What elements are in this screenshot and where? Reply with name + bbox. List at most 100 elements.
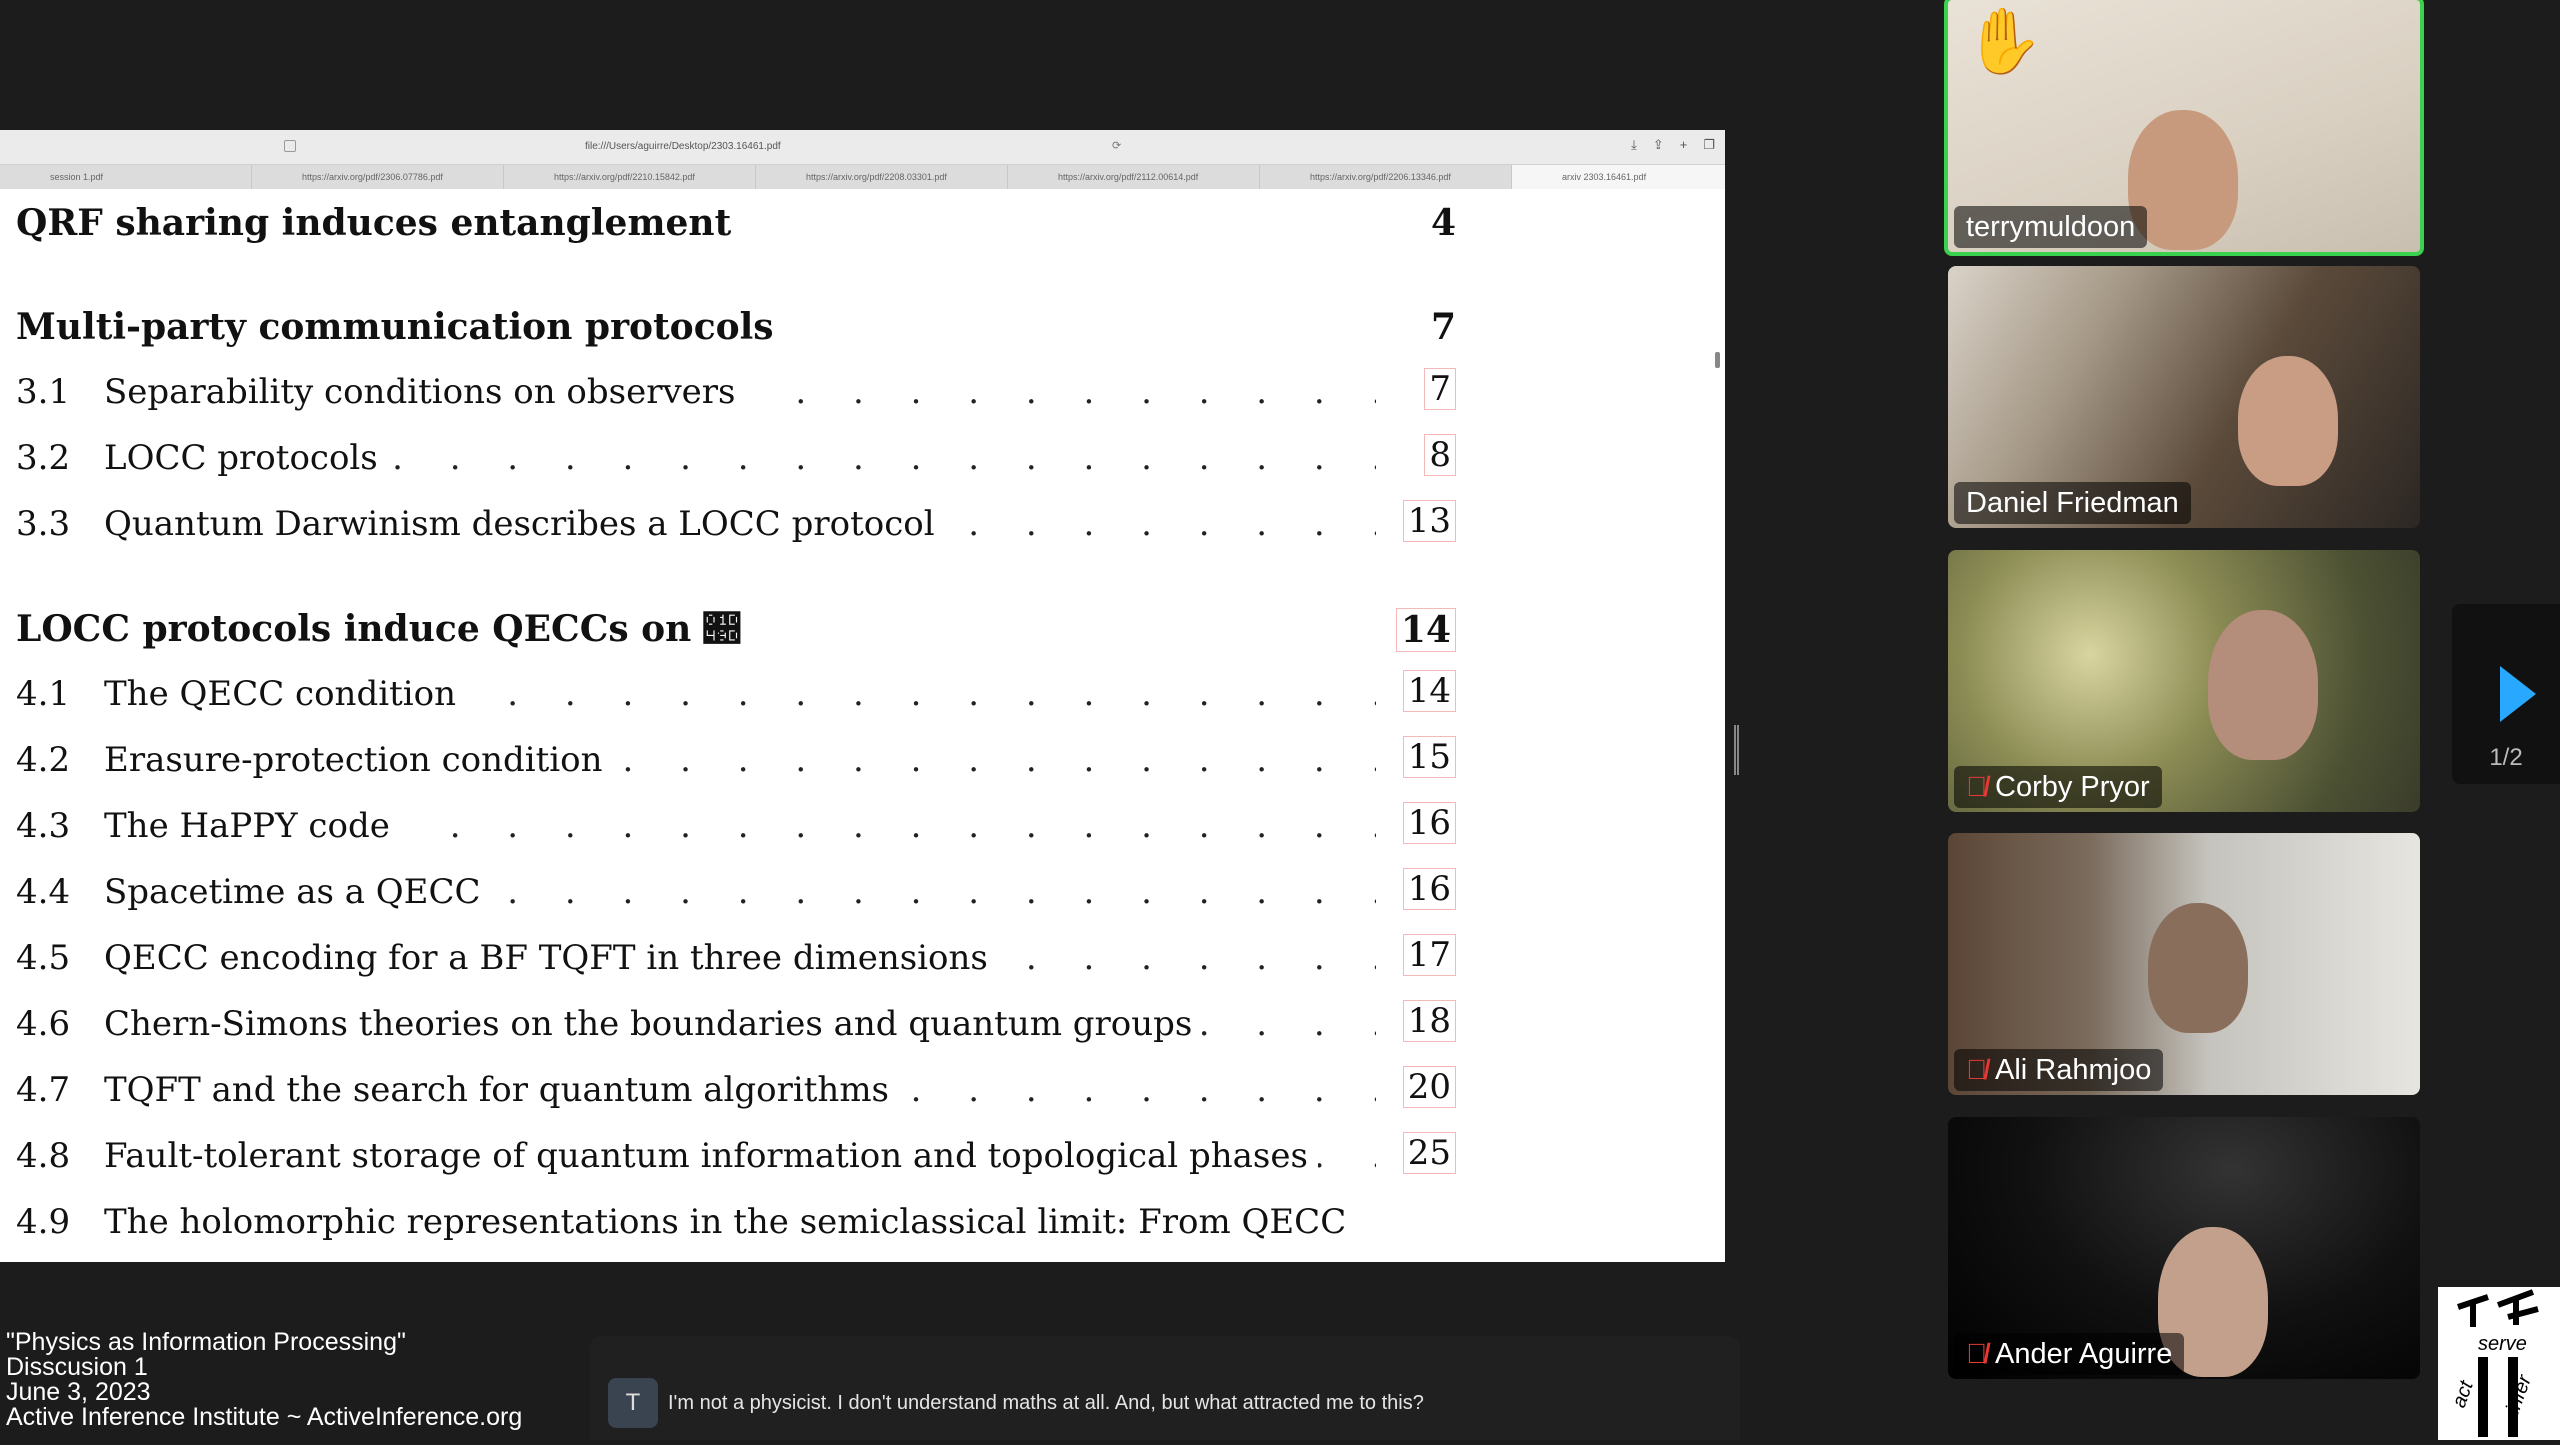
toc-page-link[interactable]: 8 xyxy=(1424,434,1456,476)
toc-subsection-entry[interactable]: 4.1 . . . . . . . . . . . . . . . . . . … xyxy=(16,670,1456,724)
toc-subsection-entry[interactable]: 4.9 The holomorphic representations in t… xyxy=(16,1202,1456,1252)
live-caption-panel: T I'm not a physicist. I don't understan… xyxy=(590,1336,1740,1440)
browser-tab[interactable]: https://arxiv.org/pdf/2206.13346.pdf xyxy=(1260,165,1512,189)
toc-number: 4.2 xyxy=(16,740,71,780)
toc-title: Spacetime as a QECC xyxy=(104,872,491,912)
browser-tab[interactable]: session 1.pdf xyxy=(0,165,252,189)
toc-number: 4.7 xyxy=(16,1070,71,1110)
pdf-page: QRF sharing induces entanglement 4 Multi… xyxy=(0,190,1712,1262)
tab-overview-icon[interactable]: ❐ xyxy=(1703,137,1715,153)
tab-strip: session 1.pdf https://arxiv.org/pdf/2306… xyxy=(0,165,1725,189)
toc-section-entry[interactable]: QRF sharing induces entanglement 4 xyxy=(16,202,1456,244)
browser-actions: ⤓ ⇪ + ❐ xyxy=(1631,137,1715,153)
toc-page-link[interactable]: 14 xyxy=(1402,670,1456,712)
toc-page-link[interactable]: 18 xyxy=(1402,1000,1456,1042)
toc-subsection-entry[interactable]: 4.4 . . . . . . . . . . . . . . . . . . … xyxy=(16,868,1456,922)
toc-page-number: 7 xyxy=(1430,306,1456,348)
participant-name-label: 🎙̸ Ali Rahmjoo xyxy=(1954,1049,2164,1091)
participant-tile[interactable]: 🎙̸ Ander Aguirre xyxy=(1948,1117,2420,1379)
toc-subsection-entry[interactable]: 4.2 . . . . . . . . . . . . . . . . . . … xyxy=(16,736,1456,790)
toc-subsection-entry[interactable]: 4.3 . . . . . . . . . . . . . . . . . . … xyxy=(16,802,1456,856)
toc-number: 4.9 xyxy=(16,1202,71,1242)
participant-name-label: 🎙̸ Corby Pryor xyxy=(1954,766,2162,808)
toc-number: 3.3 xyxy=(16,504,71,544)
toc-section-title: QRF sharing induces entanglement xyxy=(16,202,732,244)
toc-subsection-entry[interactable]: 4.5 . . . . . . . . . . . . . . . . . . … xyxy=(16,934,1456,988)
toc-page-link[interactable]: 16 xyxy=(1402,868,1456,910)
participant-name-label: terrymuldoon xyxy=(1954,206,2148,248)
toc-title: Fault-tolerant storage of quantum inform… xyxy=(104,1136,1318,1176)
share-icon[interactable]: ⇪ xyxy=(1653,137,1664,153)
toc-title: The HaPPY code xyxy=(104,806,400,846)
browser-toolbar: file:///Users/aguirre/Desktop/2303.16461… xyxy=(0,130,1725,165)
toc-number: 4.5 xyxy=(16,938,71,978)
toc-section-title: Multi-party communication protocols xyxy=(16,306,774,348)
toc-page-link[interactable]: 17 xyxy=(1402,934,1456,976)
logo-graphic xyxy=(2457,1289,2539,1437)
toc-page-link[interactable]: 7 xyxy=(1424,368,1456,410)
toc-title: The holomorphic representations in the s… xyxy=(104,1202,1357,1242)
browser-tab[interactable]: https://arxiv.org/pdf/2112.00614.pdf xyxy=(1008,165,1260,189)
toc-section-entry[interactable]: Multi-party communication protocols 7 xyxy=(16,306,1456,348)
gallery-pager[interactable]: 1/2 xyxy=(2452,604,2560,784)
toc-number: 4.4 xyxy=(16,872,71,912)
page-indicator: 1/2 xyxy=(2489,744,2523,771)
stream-date: June 3, 2023 xyxy=(6,1378,151,1406)
toc-subsection-entry[interactable]: 3.1 . . . . . . . . . . . . . . . . . . … xyxy=(16,368,1456,422)
next-page-arrow-icon[interactable] xyxy=(2500,666,2536,722)
toc-subsection-entry[interactable]: 3.3 . . . . . . . . . . . . . . . . . . … xyxy=(16,500,1456,554)
shared-screen: file:///Users/aguirre/Desktop/2303.16461… xyxy=(0,130,1725,1262)
toc-title: QECC encoding for a BF TQFT in three dim… xyxy=(104,938,998,978)
toc-section-title: LOCC protocols induce QECCs on 𝒝 xyxy=(16,608,740,650)
toc-title: Erasure-protection condition xyxy=(104,740,613,780)
muted-mic-icon: 🎙̸ xyxy=(1966,771,1987,802)
toc-page-link[interactable]: 13 xyxy=(1402,500,1456,542)
url-bar[interactable]: file:///Users/aguirre/Desktop/2303.16461… xyxy=(585,141,781,152)
new-tab-icon[interactable]: + xyxy=(1680,137,1688,153)
toc-number: 3.2 xyxy=(16,438,71,478)
stream-title: "Physics as Information Processing" xyxy=(6,1328,406,1356)
split-resize-handle[interactable] xyxy=(1734,725,1739,775)
caption-text: I'm not a physicist. I don't understand … xyxy=(668,1392,1424,1414)
toc-page-link[interactable]: 16 xyxy=(1402,802,1456,844)
reload-icon[interactable]: ⟳ xyxy=(1112,139,1121,152)
speaker-avatar: T xyxy=(608,1378,658,1428)
stream-info: "Physics as Information Processing" Diss… xyxy=(6,1330,522,1430)
participant-name-label: Daniel Friedman xyxy=(1954,482,2191,524)
toc-number: 3.1 xyxy=(16,372,71,412)
toc-title: The QECC condition xyxy=(104,674,466,714)
toc-page-link[interactable]: 25 xyxy=(1402,1132,1456,1174)
toc-title: LOCC protocols xyxy=(104,438,388,478)
participant-name-label: 🎙̸ Ander Aguirre xyxy=(1954,1333,2185,1375)
participant-tile[interactable]: Daniel Friedman xyxy=(1948,266,2420,528)
browser-tab-active[interactable]: arxiv 2303.16461.pdf xyxy=(1512,165,1725,189)
toc-page-link[interactable]: 15 xyxy=(1402,736,1456,778)
logo-text-serve: serve xyxy=(2478,1333,2527,1355)
toc-number: 4.3 xyxy=(16,806,71,846)
toc-title: Chern-Simons theories on the boundaries … xyxy=(104,1004,1203,1044)
stream-org: Active Inference Institute ~ ActiveInfer… xyxy=(6,1403,523,1431)
toc-page-link[interactable]: 14 xyxy=(1395,608,1456,652)
toc-subsection-entry[interactable]: 4.6 . . . . . . . . . . . . . . . . . . … xyxy=(16,1000,1456,1054)
toc-section-entry[interactable]: LOCC protocols induce QECCs on 𝒝 14 xyxy=(16,608,1456,652)
scrollbar-thumb[interactable] xyxy=(1715,352,1720,368)
sidebar-toggle-icon[interactable] xyxy=(284,140,296,152)
toc-number: 4.1 xyxy=(16,674,71,714)
toc-subsection-entry[interactable]: 4.8 . . . . . . . . . . . . . . . . . . … xyxy=(16,1132,1456,1186)
participant-tile[interactable]: 🎙̸ Ali Rahmjoo xyxy=(1948,833,2420,1095)
toc-page-number: 4 xyxy=(1430,202,1456,244)
participant-video xyxy=(2148,903,2248,1033)
toc-number: 4.6 xyxy=(16,1004,71,1044)
raised-hand-icon: ✋ xyxy=(1964,5,2044,77)
browser-tab[interactable]: https://arxiv.org/pdf/2208.03301.pdf xyxy=(756,165,1008,189)
download-icon[interactable]: ⤓ xyxy=(1631,137,1637,153)
toc-title: Quantum Darwinism describes a LOCC proto… xyxy=(104,504,945,544)
browser-tab[interactable]: https://arxiv.org/pdf/2306.07786.pdf xyxy=(252,165,504,189)
toc-subsection-entry[interactable]: 3.2 . . . . . . . . . . . . . . . . . . … xyxy=(16,434,1456,488)
toc-subsection-entry[interactable]: 4.7 . . . . . . . . . . . . . . . . . . … xyxy=(16,1066,1456,1120)
browser-tab[interactable]: https://arxiv.org/pdf/2210.15842.pdf xyxy=(504,165,756,189)
muted-mic-icon: 🎙̸ xyxy=(1966,1054,1987,1085)
toc-page-link[interactable]: 20 xyxy=(1402,1066,1456,1108)
participant-tile[interactable]: 🎙̸ Corby Pryor xyxy=(1948,550,2420,812)
toc-title: TQFT and the search for quantum algorith… xyxy=(104,1070,900,1110)
